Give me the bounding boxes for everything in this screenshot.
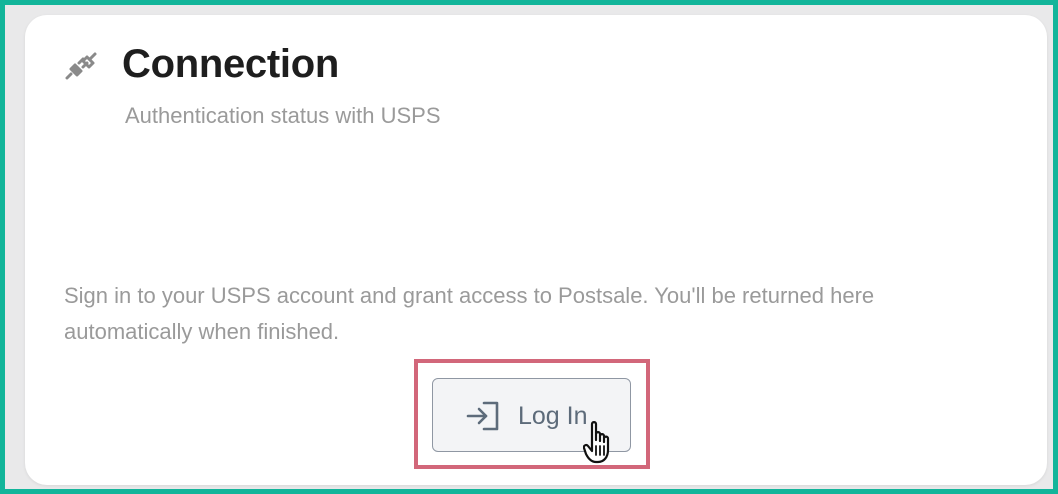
login-instructions: Sign in to your USPS account and grant a… [64,283,875,344]
sign-in-icon [466,401,499,431]
card-subtitle: Authentication status with USPS [125,103,441,128]
plug-disconnected-icon [65,52,97,80]
login-button-label: Log In [518,402,588,430]
card-title: Connection [122,42,339,86]
hand-pointer-icon [583,421,610,464]
